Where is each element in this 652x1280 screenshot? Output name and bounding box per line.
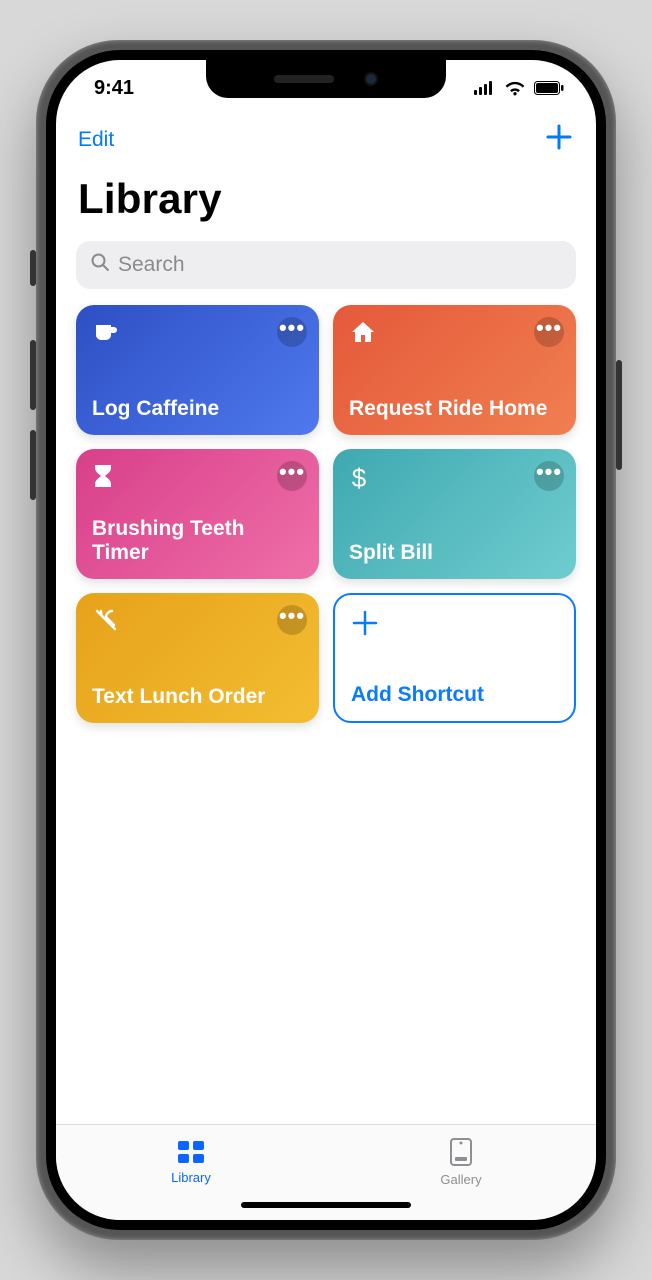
page-title: Library bbox=[56, 161, 596, 231]
add-shortcut-card[interactable]: Add Shortcut bbox=[333, 593, 576, 723]
shortcut-label: Split Bill bbox=[349, 541, 560, 565]
silence-switch bbox=[30, 250, 36, 286]
tab-label: Library bbox=[171, 1170, 211, 1185]
utensils-icon bbox=[92, 607, 120, 635]
shortcut-label: Text Lunch Order bbox=[92, 685, 303, 709]
hourglass-icon bbox=[92, 463, 120, 491]
home-icon bbox=[349, 319, 377, 347]
dollar-icon: $ bbox=[349, 463, 377, 491]
add-button[interactable] bbox=[544, 122, 574, 157]
nav-bar: Edit bbox=[56, 116, 596, 161]
more-button[interactable]: ••• bbox=[534, 461, 564, 491]
tab-label: Gallery bbox=[440, 1172, 481, 1187]
cellular-icon bbox=[474, 81, 496, 95]
tab-library[interactable]: Library bbox=[56, 1125, 326, 1198]
shortcut-card-split-bill[interactable]: $ ••• Split Bill bbox=[333, 449, 576, 579]
volume-up-button bbox=[30, 340, 36, 410]
shortcut-label: Brushing Teeth Timer bbox=[92, 517, 303, 565]
search-input[interactable] bbox=[118, 253, 562, 277]
more-button[interactable]: ••• bbox=[534, 317, 564, 347]
tab-gallery[interactable]: Gallery bbox=[326, 1125, 596, 1198]
speaker bbox=[274, 75, 334, 83]
add-shortcut-label: Add Shortcut bbox=[351, 683, 558, 707]
search-field[interactable] bbox=[76, 241, 576, 289]
front-camera bbox=[364, 72, 378, 86]
status-time: 9:41 bbox=[94, 77, 134, 100]
shortcut-card-brushing-teeth-timer[interactable]: ••• Brushing Teeth Timer bbox=[76, 449, 319, 579]
edit-button[interactable]: Edit bbox=[78, 128, 114, 152]
plus-icon bbox=[351, 609, 379, 637]
shortcut-card-text-lunch-order[interactable]: ••• Text Lunch Order bbox=[76, 593, 319, 723]
shortcut-card-log-caffeine[interactable]: ••• Log Caffeine bbox=[76, 305, 319, 435]
wifi-icon bbox=[504, 80, 526, 96]
volume-down-button bbox=[30, 430, 36, 500]
cup-icon bbox=[92, 319, 120, 347]
more-button[interactable]: ••• bbox=[277, 461, 307, 491]
shortcut-label: Request Ride Home bbox=[349, 397, 560, 421]
device-frame: 9:41 Edit bbox=[36, 40, 616, 1240]
more-button[interactable]: ••• bbox=[277, 317, 307, 347]
shortcut-label: Log Caffeine bbox=[92, 397, 303, 421]
library-grid-icon bbox=[176, 1139, 206, 1168]
notch bbox=[206, 60, 446, 98]
shortcut-card-request-ride-home[interactable]: ••• Request Ride Home bbox=[333, 305, 576, 435]
search-icon bbox=[90, 252, 110, 278]
svg-text:$: $ bbox=[352, 463, 367, 493]
more-button[interactable]: ••• bbox=[277, 605, 307, 635]
battery-icon bbox=[534, 81, 564, 95]
home-indicator[interactable] bbox=[241, 1202, 411, 1208]
shortcut-grid: ••• Log Caffeine ••• Request Ride Home •… bbox=[56, 305, 596, 723]
gallery-icon bbox=[449, 1137, 473, 1170]
power-button bbox=[616, 360, 622, 470]
